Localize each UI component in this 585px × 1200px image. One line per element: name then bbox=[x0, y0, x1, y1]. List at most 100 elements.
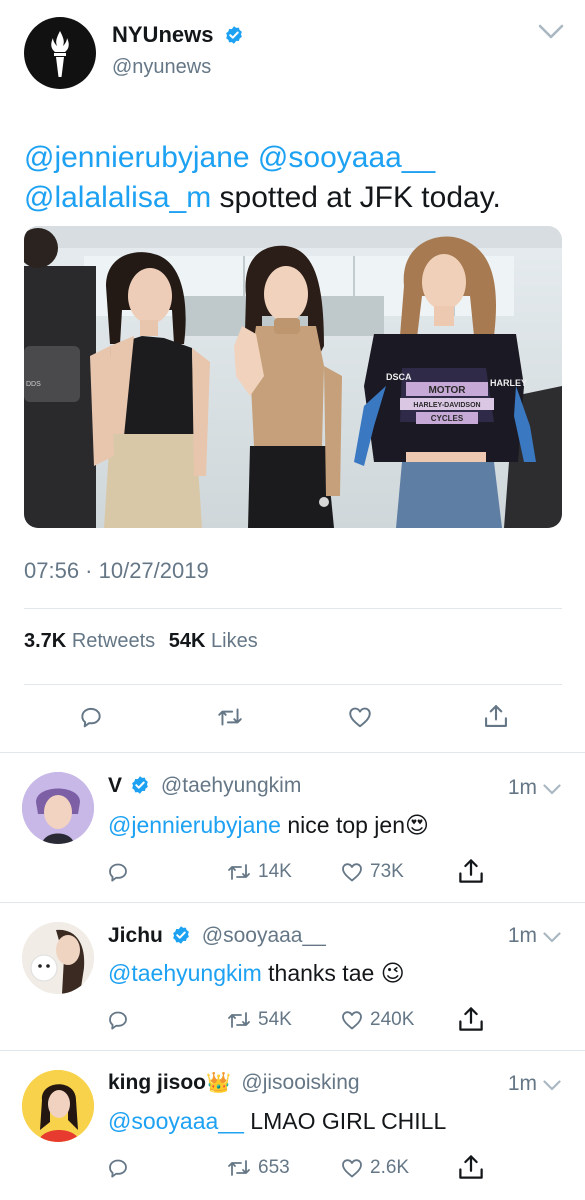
reply-author-handle: @taehyungkim bbox=[160, 774, 302, 797]
retweets-stat[interactable]: 3.7K Retweets bbox=[24, 630, 161, 652]
reply-text: @sooyaaa__ LMAO GIRL CHILL bbox=[108, 1108, 446, 1135]
chevron-down-icon bbox=[543, 1080, 561, 1091]
retweet-count: 14K bbox=[258, 861, 292, 882]
reply-button[interactable] bbox=[106, 860, 136, 884]
verified-badge-icon bbox=[132, 776, 149, 794]
chevron-down-icon bbox=[543, 784, 561, 795]
reply-author-name[interactable]: V bbox=[108, 774, 122, 797]
retweet-icon bbox=[228, 1160, 250, 1176]
retweet-count: 54K bbox=[258, 1009, 292, 1030]
reply-avatar[interactable] bbox=[22, 772, 94, 844]
reply-menu-chevron[interactable] bbox=[543, 782, 561, 800]
chevron-down-icon bbox=[538, 24, 564, 39]
reply-icon bbox=[109, 1011, 127, 1030]
avatar-illustration bbox=[22, 922, 94, 994]
crown-emoji: 👑 bbox=[206, 1072, 231, 1094]
reply-icon bbox=[109, 863, 127, 882]
share-icon bbox=[459, 1155, 483, 1179]
photo-shirt-motor: MOTOR bbox=[428, 385, 466, 396]
like-icon bbox=[349, 707, 371, 728]
photo-shirt-brand: HARLEY-DAVIDSON bbox=[413, 402, 480, 409]
retweets-label: Retweets bbox=[71, 630, 156, 652]
like-icon bbox=[342, 1159, 362, 1178]
winking-emoji: 😉 bbox=[380, 960, 405, 986]
retweet-icon bbox=[228, 864, 250, 880]
reply-avatar[interactable] bbox=[22, 922, 94, 994]
reply-menu-chevron[interactable] bbox=[543, 1078, 561, 1096]
tweet-text: @jennierubyjane @sooyaaa__ @lalalalisa_m… bbox=[24, 138, 564, 218]
mention-link[interactable]: @jennierubyjane @sooyaaa__ bbox=[24, 141, 435, 174]
reply-author-handle: @jisooisking bbox=[241, 1071, 360, 1094]
tweet-timestamp[interactable]: 07:56 · 10/27/2019 bbox=[24, 558, 209, 584]
likes-stat[interactable]: 54K Likes bbox=[169, 630, 258, 652]
like-button[interactable]: 240K bbox=[340, 1008, 414, 1032]
reply-button[interactable] bbox=[106, 1008, 136, 1032]
retweet-button[interactable]: 54K bbox=[226, 1008, 292, 1032]
like-icon bbox=[342, 1011, 362, 1030]
svg-text:DDS: DDS bbox=[26, 381, 41, 388]
retweet-count: 653 bbox=[258, 1157, 290, 1178]
reply-time: 1m bbox=[507, 776, 537, 799]
photo-shirt-cycles: CYCLES bbox=[431, 414, 464, 423]
mention-link[interactable]: @jennierubyjane bbox=[108, 812, 281, 838]
like-count: 240K bbox=[370, 1009, 415, 1030]
tweet-text-body: spotted at JFK today. bbox=[211, 181, 501, 214]
divider bbox=[0, 752, 585, 753]
likes-label: Likes bbox=[211, 630, 258, 652]
tweet-stats: 3.7K Retweets 54K Likes bbox=[24, 630, 258, 653]
like-button[interactable]: 73K bbox=[340, 860, 404, 884]
reply-menu-chevron[interactable] bbox=[543, 930, 561, 948]
share-button[interactable] bbox=[456, 1152, 486, 1182]
divider bbox=[0, 1050, 585, 1051]
reply-button[interactable] bbox=[106, 1156, 136, 1180]
author-name[interactable]: NYUnews bbox=[112, 22, 213, 47]
share-button[interactable] bbox=[456, 856, 486, 886]
share-icon bbox=[459, 1007, 483, 1031]
author-avatar[interactable] bbox=[24, 17, 96, 89]
photo-sleeve-left: DSCA bbox=[386, 372, 412, 382]
mention-link[interactable]: @taehyungkim bbox=[108, 960, 262, 986]
retweets-count: 3.7K bbox=[24, 630, 67, 652]
reply-author-name[interactable]: king jisoo bbox=[108, 1071, 206, 1094]
mention-link[interactable]: @sooyaaa__ bbox=[108, 1108, 244, 1134]
author-handle: @nyunews bbox=[112, 56, 212, 78]
like-button[interactable]: 2.6K bbox=[340, 1156, 409, 1180]
like-button[interactable] bbox=[347, 704, 373, 730]
share-button[interactable] bbox=[456, 1004, 486, 1034]
reply-time: 1m bbox=[507, 924, 537, 947]
reply-time: 1m bbox=[507, 1072, 537, 1095]
share-button[interactable] bbox=[482, 702, 510, 730]
likes-count: 54K bbox=[168, 630, 206, 652]
retweet-button[interactable] bbox=[216, 704, 244, 730]
reply-avatar[interactable] bbox=[22, 1070, 94, 1142]
tweet-photo[interactable]: DDS MOTOR HARLEY-DAVIDSON CYCLES HARLEY … bbox=[24, 226, 562, 528]
divider bbox=[0, 902, 585, 903]
verified-badge-icon bbox=[173, 926, 190, 944]
mention-link[interactable]: @lalalalisa_m bbox=[24, 181, 211, 214]
retweet-button[interactable]: 14K bbox=[226, 860, 292, 884]
share-icon bbox=[485, 705, 507, 727]
photo-sleeve-right: HARLEY bbox=[490, 378, 527, 388]
avatar-illustration bbox=[22, 1070, 94, 1142]
divider bbox=[24, 684, 562, 685]
reply-icon bbox=[81, 707, 101, 728]
reply-author-name[interactable]: Jichu bbox=[108, 924, 163, 947]
reply-body: thanks tae bbox=[261, 960, 381, 986]
like-count: 73K bbox=[370, 861, 404, 882]
heart-eyes-emoji: 😍 bbox=[405, 812, 429, 838]
retweet-icon bbox=[218, 708, 242, 726]
chevron-down-icon bbox=[543, 932, 561, 943]
photo-illustration: DDS MOTOR HARLEY-DAVIDSON CYCLES HARLEY … bbox=[24, 226, 562, 528]
like-count: 2.6K bbox=[370, 1157, 410, 1178]
reply-body: nice top jen bbox=[280, 812, 405, 838]
retweet-button[interactable]: 653 bbox=[226, 1156, 290, 1180]
reply-button[interactable] bbox=[78, 704, 104, 730]
reply-author-handle: @sooyaaa__ bbox=[201, 924, 326, 947]
reply-icon bbox=[109, 1159, 127, 1178]
divider bbox=[24, 608, 562, 609]
avatar-illustration bbox=[22, 772, 94, 844]
tweet-menu-chevron[interactable] bbox=[538, 24, 564, 45]
share-icon bbox=[459, 859, 483, 883]
retweet-icon bbox=[228, 1012, 250, 1028]
reply-body: LMAO GIRL CHILL bbox=[243, 1108, 447, 1134]
